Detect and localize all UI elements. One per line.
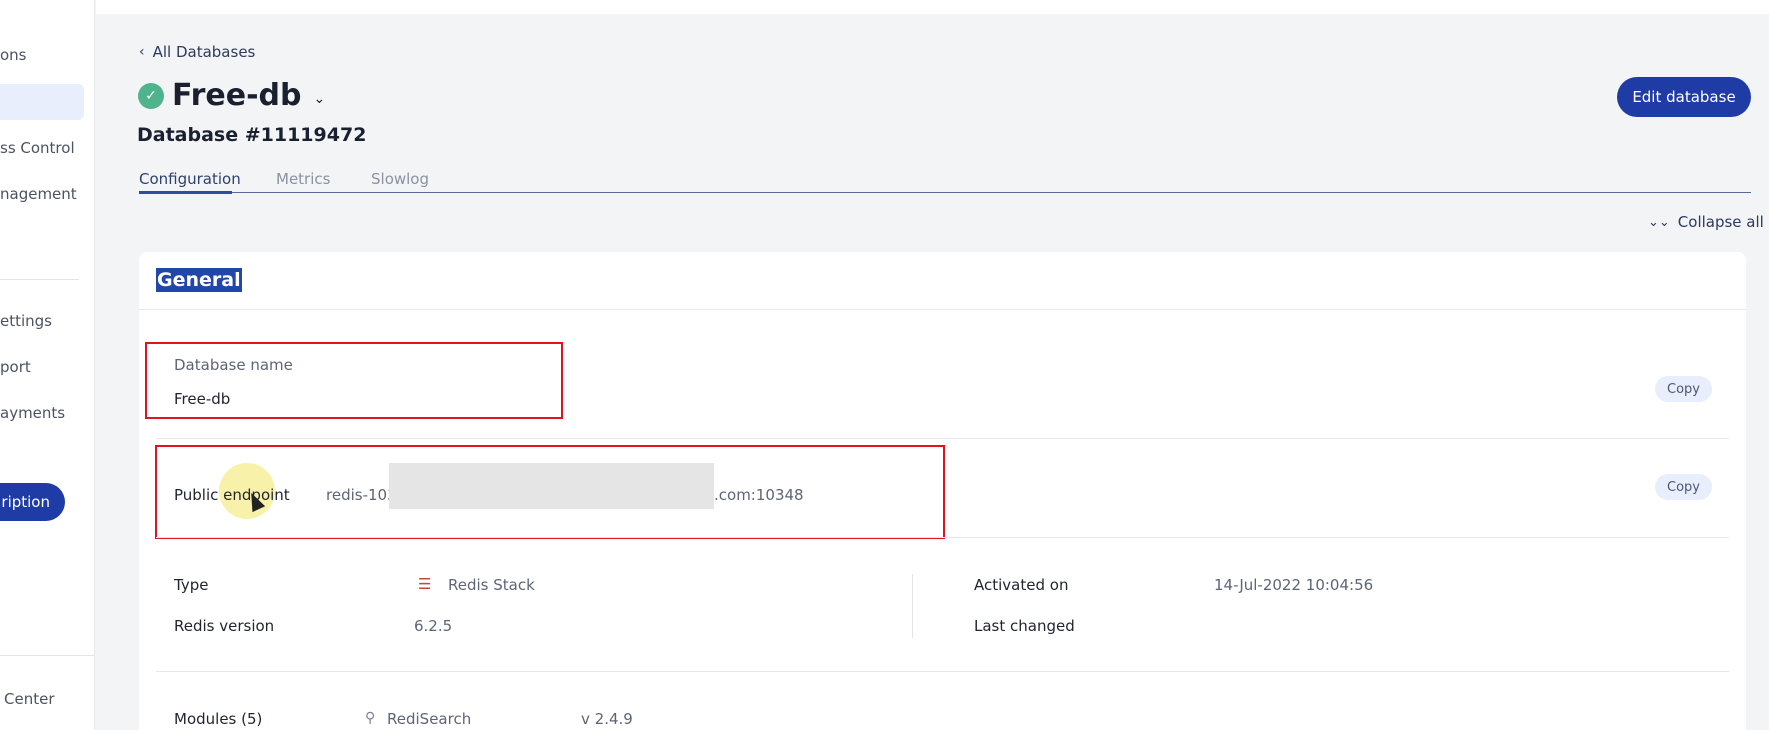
sidebar-item-settings[interactable]: ettings	[0, 312, 52, 330]
database-name-label: Database name	[174, 356, 293, 374]
sidebar-active-highlight	[0, 84, 84, 120]
tab-metrics[interactable]: Metrics	[276, 170, 330, 188]
modules-label: Modules (5)	[174, 710, 263, 728]
sidebar-divider	[0, 279, 79, 280]
double-chevron-down-icon: ⌄⌄	[1648, 214, 1670, 230]
collapse-all-label: Collapse all	[1677, 213, 1764, 231]
check-circle-icon: ✓	[138, 82, 164, 109]
page-title: Free-db	[172, 78, 302, 113]
type-label: Type	[174, 576, 209, 594]
database-name-value: Free-db	[174, 390, 231, 408]
sidebar-item-subscriptions[interactable]: ons	[0, 46, 27, 64]
tab-slowlog[interactable]: Slowlog	[371, 170, 429, 188]
row-divider	[156, 671, 1729, 672]
row-divider	[156, 438, 1729, 439]
public-endpoint-suffix: .com:10348	[714, 486, 804, 504]
redis-version-value: 6.2.5	[414, 617, 453, 635]
back-link-label: All Databases	[152, 43, 256, 61]
sidebar-item-support[interactable]: port	[0, 358, 31, 376]
activated-on-label: Activated on	[974, 576, 1069, 594]
back-to-all-databases-link[interactable]: ‹ All Databases	[139, 43, 255, 61]
top-bar	[96, 0, 1769, 14]
module-version: v 2.4.9	[581, 710, 633, 728]
sidebar-item-payments[interactable]: ayments	[0, 404, 65, 422]
database-title-row: ✓ Free-db ⌄	[138, 78, 325, 113]
edit-database-button[interactable]: Edit database	[1617, 77, 1751, 117]
sidebar-item-access-control[interactable]: ss Control	[0, 139, 75, 157]
chevron-left-icon: ‹	[139, 44, 145, 60]
redisearch-icon: ⚲	[365, 710, 376, 726]
last-changed-label: Last changed	[974, 617, 1075, 635]
public-endpoint-prefix: redis-103	[326, 486, 397, 504]
sidebar-item-management[interactable]: nagement	[0, 185, 77, 203]
column-divider	[912, 574, 913, 638]
sidebar-item-help-center[interactable]: Center	[4, 690, 55, 708]
collapse-all-button[interactable]: ⌄⌄ Collapse all	[1648, 213, 1764, 231]
database-number: Database #11119472	[137, 124, 367, 146]
tab-configuration[interactable]: Configuration	[139, 170, 241, 188]
chevron-down-icon[interactable]: ⌄	[313, 91, 325, 107]
general-section-card: General Database name Free-db Copy Publi…	[139, 252, 1746, 730]
redis-stack-icon: ☰	[418, 575, 432, 593]
general-section-header[interactable]: General	[139, 252, 1746, 310]
activated-on-value: 14-Jul-2022 10:04:56	[1214, 576, 1374, 594]
redacted-endpoint-host	[389, 463, 714, 509]
section-title: General	[156, 268, 242, 292]
new-subscription-button[interactable]: ription	[0, 483, 65, 521]
redis-version-label: Redis version	[174, 617, 275, 635]
copy-public-endpoint-button[interactable]: Copy	[1655, 474, 1712, 500]
row-divider	[156, 537, 1729, 538]
tab-active-indicator	[139, 191, 232, 194]
sidebar-footer-divider	[0, 655, 95, 656]
sidebar: ons ss Control nagement ettings port aym…	[0, 0, 95, 730]
type-value: Redis Stack	[448, 576, 535, 594]
copy-database-name-button[interactable]: Copy	[1655, 376, 1712, 402]
module-name: RediSearch	[387, 710, 472, 728]
public-endpoint-label: Public endpoint	[174, 486, 290, 504]
tab-bar: Configuration Metrics Slowlog	[139, 170, 1751, 194]
